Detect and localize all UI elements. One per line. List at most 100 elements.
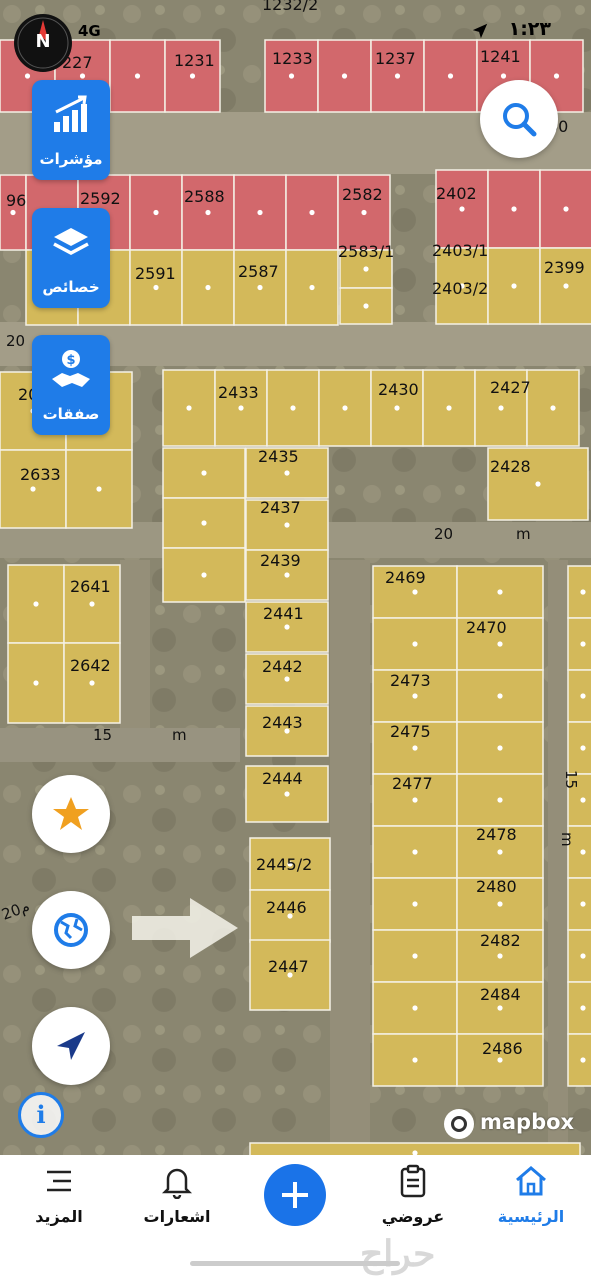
network-indicator: 4G <box>78 22 101 40</box>
plot-number: 2469 <box>385 568 426 587</box>
plot-center-dot <box>30 486 36 492</box>
mapbox-label: mapbox <box>480 1110 575 1134</box>
road-width-label: 20 <box>6 332 25 350</box>
plot-center-dot <box>412 1057 418 1063</box>
status-time: ١:٢٣ <box>508 18 551 40</box>
plot-number: 2430 <box>378 380 419 399</box>
plot-center-dot <box>33 680 39 686</box>
compass-button[interactable]: N <box>14 14 72 72</box>
star-icon <box>53 797 89 830</box>
land-plot[interactable] <box>567 617 591 671</box>
my-location-button[interactable] <box>32 1007 110 1085</box>
plot-number: 2442 <box>262 657 303 676</box>
plot-center-dot <box>89 601 95 607</box>
land-plot[interactable] <box>567 565 591 619</box>
plot-center-dot <box>497 849 503 855</box>
clipboard-icon <box>400 1164 426 1198</box>
plot-number: 2486 <box>482 1039 523 1058</box>
plot-number: 2445/2 <box>256 855 312 874</box>
plot-center-dot <box>201 470 207 476</box>
plot-center-dot <box>497 1057 503 1063</box>
land-plot[interactable] <box>567 981 591 1035</box>
chart-bars-icon <box>54 95 87 132</box>
plot-number: 2446 <box>266 898 307 917</box>
road <box>548 560 568 1155</box>
plot-center-dot <box>153 284 159 291</box>
plot-center-dot <box>580 901 586 907</box>
plot-center-dot <box>201 572 207 578</box>
plot-center-dot <box>497 641 503 647</box>
globe-icon <box>54 913 88 947</box>
mapbox-logo-icon <box>444 1109 474 1139</box>
plot-center-dot <box>284 624 290 630</box>
land-plot[interactable] <box>567 721 591 775</box>
properties-label: خصائص <box>42 278 100 296</box>
location-arrow-icon <box>472 23 488 39</box>
nav-my-offers[interactable]: عروضي <box>358 1163 468 1233</box>
plot-number: 2583/1 <box>338 242 394 261</box>
plot-center-dot <box>412 693 418 699</box>
plot-center-dot <box>309 209 315 216</box>
plot-center-dot <box>205 209 211 216</box>
plot-number: 2588 <box>184 187 225 206</box>
plot-center-dot <box>498 405 504 411</box>
plot-center-dot <box>497 953 503 959</box>
search-button[interactable] <box>480 80 558 158</box>
mapbox-attribution[interactable]: mapbox <box>444 1108 580 1142</box>
plot-number: 96 <box>6 191 26 210</box>
map-style-button[interactable] <box>32 891 110 969</box>
home-indicator <box>190 1261 400 1266</box>
nav-notifications[interactable]: اشعارات <box>122 1163 232 1233</box>
plot-number: 2447 <box>268 957 309 976</box>
plot-number: 2402 <box>436 184 477 203</box>
plot-center-dot <box>153 209 159 216</box>
plot-number: 2484 <box>480 985 521 1004</box>
plot-center-dot <box>394 73 401 79</box>
add-button[interactable] <box>264 1164 326 1226</box>
nav-home[interactable]: الرئيسية <box>476 1163 586 1233</box>
plot-center-dot <box>10 209 16 216</box>
land-plot[interactable] <box>567 669 591 723</box>
deals-button[interactable]: $ صفقات <box>32 335 110 435</box>
plot-center-dot <box>412 797 418 803</box>
plot-center-dot <box>497 693 503 699</box>
plot-number: 2587 <box>238 262 279 281</box>
plot-center-dot <box>341 73 348 79</box>
home-icon <box>516 1166 546 1196</box>
plot-center-dot <box>580 1057 586 1063</box>
land-plot[interactable] <box>567 1033 591 1087</box>
nav-more[interactable]: المزيد <box>4 1163 114 1233</box>
plot-center-dot <box>580 745 586 751</box>
info-button[interactable]: i <box>18 1092 64 1138</box>
road <box>120 560 150 750</box>
plot-center-dot <box>580 589 586 595</box>
indicators-button[interactable]: مؤشرات <box>32 80 110 180</box>
plot-center-dot <box>309 284 315 291</box>
deals-label: صفقات <box>42 405 100 423</box>
plot-number: 2435 <box>258 447 299 466</box>
plot-number: 2592 <box>80 189 121 208</box>
plot-center-dot <box>186 405 192 411</box>
favorites-button[interactable] <box>32 775 110 853</box>
land-plot[interactable] <box>567 877 591 931</box>
plot-center-dot <box>580 1005 586 1011</box>
location-arrow-icon <box>57 1032 85 1060</box>
plot-number: 2403/1 <box>432 241 488 260</box>
properties-button[interactable]: خصائص <box>32 208 110 308</box>
search-icon <box>503 103 537 137</box>
nav-my-offers-label: عروضي <box>381 1207 445 1226</box>
plot-center-dot <box>134 73 141 79</box>
plot-center-dot <box>497 1005 503 1011</box>
plot-center-dot <box>96 486 102 492</box>
plot-number: 2641 <box>70 577 111 596</box>
land-plot[interactable] <box>567 929 591 983</box>
plot-center-dot <box>412 849 418 855</box>
plot-center-dot <box>89 680 95 686</box>
plot-center-dot <box>284 522 290 528</box>
plot-number: 2582 <box>342 185 383 204</box>
plot-center-dot <box>363 266 369 272</box>
plot-center-dot <box>24 73 31 79</box>
road <box>330 560 370 1155</box>
plot-center-dot <box>361 209 367 216</box>
svg-text:$: $ <box>66 353 75 368</box>
